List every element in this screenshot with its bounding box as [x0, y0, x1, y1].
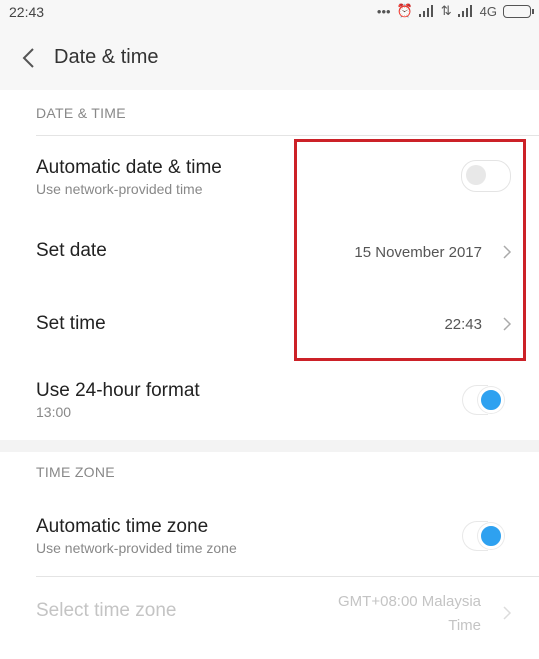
- page-title: Date & time: [54, 46, 159, 68]
- data-arrows-icon: ⇅: [440, 3, 452, 18]
- back-arrow-icon[interactable]: [18, 46, 40, 70]
- select-time-zone-value-line2: Time: [448, 617, 481, 634]
- row-title: Set time: [36, 313, 106, 334]
- status-icons: ••• ⏰ ⇅ 4G: [376, 3, 534, 19]
- app-bar: Date & time: [0, 28, 539, 90]
- use-24-hour-toggle[interactable]: [461, 384, 511, 416]
- status-bar: 22:43 ••• ⏰ ⇅ 4G: [0, 0, 539, 28]
- automatic-time-zone-row[interactable]: Automatic time zone Use network-provided…: [0, 502, 539, 574]
- row-title: Automatic date & time: [36, 157, 222, 178]
- toggle-knob: [478, 523, 504, 549]
- toggle-knob: [478, 387, 504, 413]
- select-time-zone-row: Select time zone GMT+08:00 Malaysia Time: [0, 577, 539, 647]
- row-title: Automatic time zone: [36, 516, 209, 537]
- alarm-icon: ⏰: [396, 3, 413, 18]
- select-time-zone-value-line1: GMT+08:00 Malaysia: [338, 593, 481, 610]
- status-time: 22:43: [9, 4, 45, 20]
- more-dots-icon: •••: [376, 3, 391, 19]
- signal-icon: [418, 5, 435, 17]
- automatic-time-zone-toggle[interactable]: [461, 520, 511, 552]
- chevron-right-icon: [503, 606, 512, 620]
- section-label-date-time: DATE & TIME: [36, 105, 126, 121]
- row-subtitle: Use network-provided time zone: [36, 540, 237, 556]
- row-subtitle: Use network-provided time: [36, 181, 203, 197]
- time-zone-panel: TIME ZONE Automatic time zone Use networ…: [0, 452, 539, 659]
- section-label-time-zone: TIME ZONE: [36, 464, 115, 480]
- use-24-hour-row[interactable]: Use 24-hour format 13:00: [0, 360, 539, 436]
- signal-icon: [457, 5, 474, 17]
- section-gap: [0, 440, 539, 452]
- battery-icon: [503, 4, 534, 18]
- row-subtitle: 13:00: [36, 404, 72, 420]
- highlight-box: [294, 139, 526, 361]
- row-title: Use 24-hour format: [36, 380, 200, 401]
- row-title: Set date: [36, 240, 107, 261]
- row-title: Select time zone: [36, 600, 177, 621]
- network-type: 4G: [479, 3, 497, 19]
- select-time-zone-value: GMT+08:00 Malaysia Time: [338, 590, 481, 638]
